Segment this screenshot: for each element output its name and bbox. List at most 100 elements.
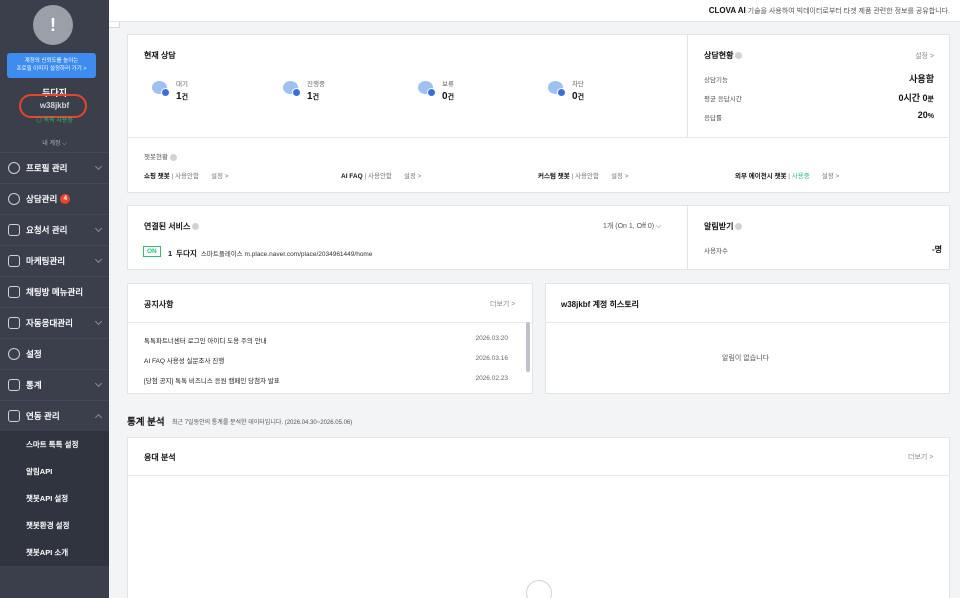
submenu-chatbot-env[interactable]: 챗봇환경 설정 xyxy=(0,512,109,539)
chatbot-state: 사용안함 xyxy=(367,173,392,180)
submenu-smart-talk[interactable]: 스마트 톡톡 설정 xyxy=(0,431,109,458)
profile-status: ◎ 톡톡 사용중 xyxy=(36,118,73,124)
chevron-down-icon xyxy=(94,255,103,264)
chevron-up-icon xyxy=(94,413,103,422)
status-value-text: 0시간 0 xyxy=(898,93,928,103)
chatbot-state: 사용안함 xyxy=(575,173,599,180)
chevron-down-icon xyxy=(94,379,103,388)
service-name: 두다지 xyxy=(176,249,197,258)
menu-request[interactable]: 요청서 관리 xyxy=(0,214,109,245)
chatbot-title-text: 챗봇현황 xyxy=(144,154,168,161)
chatbot-shopping: 쇼핑 챗봇 | 사용안함 설정 > xyxy=(144,173,229,180)
help-icon[interactable] xyxy=(169,153,177,161)
tooltip-line-2: 프로필 이미지 설정하러 가기 > xyxy=(16,66,87,72)
status-settings-link[interactable]: 설정 > xyxy=(915,51,934,61)
stat-waiting[interactable]: 대기 1건 xyxy=(152,78,262,108)
help-icon[interactable] xyxy=(735,52,743,60)
services-title-text: 연결된 서비스 xyxy=(144,222,191,231)
notice-title: AI FAQ 사용성 실문조사 진행 xyxy=(144,358,225,365)
chatbot-settings-link[interactable]: 설정 > xyxy=(611,173,629,180)
stat-label: 진행중 xyxy=(307,81,325,88)
menu-label: 자동응대관리 xyxy=(26,318,73,328)
stat-label: 차단 xyxy=(572,81,584,88)
status-value-text: 사용함 xyxy=(909,74,934,84)
stat-unit: 건 xyxy=(312,94,320,101)
status-row-value: 0시간 0분 xyxy=(898,91,934,104)
menu-stats[interactable]: 통계 xyxy=(0,369,109,400)
chart-icon xyxy=(8,379,20,391)
notice-date: 2026.03.16 xyxy=(475,355,508,362)
avatar[interactable]: ! xyxy=(33,5,73,45)
menu-autoreply[interactable]: 자동응대관리 xyxy=(0,307,109,338)
notice-item[interactable]: AI FAQ 사용성 실문조사 진행 2026.03.16 xyxy=(144,355,508,365)
chevron-down-icon xyxy=(94,224,103,233)
menu-marketing[interactable]: 마케팅관리 xyxy=(0,245,109,276)
notices-title: 공지사항 xyxy=(144,300,174,309)
stat-value: 1건 xyxy=(307,91,319,102)
services-title: 연결된 서비스 xyxy=(144,221,200,232)
response-analysis-title: 응대 분석 xyxy=(144,453,176,462)
stat-value: 0건 xyxy=(572,91,584,102)
chatbot-settings-link[interactable]: 설정 > xyxy=(822,173,840,180)
block-icon xyxy=(557,88,566,97)
service-number: 1 xyxy=(168,249,173,258)
divider xyxy=(687,206,688,269)
divider xyxy=(546,322,949,323)
notice-item[interactable]: [당첨 공지] 톡톡 비즈니스 응원 캠페인 당첨자 발표 2026.02.23 xyxy=(144,375,508,385)
auto-reply-icon xyxy=(8,317,20,329)
menu-label: 설정 xyxy=(26,349,42,359)
chatbot-name: 쇼핑 챗봇 xyxy=(144,173,170,180)
chatbot-settings-link[interactable]: 설정 > xyxy=(211,173,229,180)
notice-title: 톡톡파트너센터 로그인 아이디 도용 주의 안내 xyxy=(144,338,267,345)
notices-scrollbar[interactable] xyxy=(526,322,530,372)
response-analysis-card xyxy=(127,437,950,598)
service-item[interactable]: 1 두다지 스마트플레이스 m.place.naver.com/place/2034… xyxy=(168,248,372,259)
stat-blocked[interactable]: 차단 0건 xyxy=(548,78,658,108)
submenu-chatbot-intro[interactable]: 챗봇API 소개 xyxy=(0,539,109,566)
notification-badge: 4 xyxy=(60,194,71,204)
menu-label: 상담관리 xyxy=(26,194,58,204)
services-count-dropdown[interactable]: 1개 (On 1, Off 0) ⌵ xyxy=(603,221,661,231)
current-consult-title: 현재 상담 xyxy=(144,51,176,60)
profile-section: ! 계정의 신뢰도를 높이는 프로필 이미지 설정하러 가기 > 두다지 w38… xyxy=(0,0,109,152)
response-more-link[interactable]: 더보기 > xyxy=(908,452,933,462)
menu-settings[interactable]: 설정 xyxy=(0,338,109,369)
chatbot-custom: 커스텀 챗봇 | 사용안함 설정 > xyxy=(538,173,629,180)
chatbot-settings-link[interactable]: 설정 > xyxy=(404,173,422,180)
notice-date: 2026.03.20 xyxy=(475,335,508,342)
status-row-label: 응답률 xyxy=(704,115,722,122)
help-icon[interactable] xyxy=(735,223,743,231)
stat-unit: 건 xyxy=(181,94,189,101)
chatbot-state: 사용중 xyxy=(791,173,810,180)
divider xyxy=(128,475,949,476)
notice-item[interactable]: 톡톡파트너센터 로그인 아이디 도용 주의 안내 2026.03.20 xyxy=(144,335,508,345)
stat-in-progress[interactable]: 진행중 1건 xyxy=(283,78,393,108)
menu-integration[interactable]: 연동 관리 xyxy=(0,400,109,431)
history-empty-message: 알림이 없습니다 xyxy=(722,355,770,362)
top-bar: CLOVA AI 기술을 사용하여 빅데이터로부터 타겟 제품 관련한 정보를 … xyxy=(109,0,960,22)
on-status-tag: ON xyxy=(143,246,161,257)
stat-on-hold[interactable]: 보류 0건 xyxy=(418,78,528,108)
profile-image-tooltip[interactable]: 계정의 신뢰도를 높이는 프로필 이미지 설정하러 가기 > xyxy=(7,53,96,78)
submenu-chatbot-api[interactable]: 챗봇API 설정 xyxy=(0,485,109,512)
stat-value: 0건 xyxy=(442,91,454,102)
help-icon[interactable] xyxy=(192,223,200,231)
tooltip-line-1: 계정의 신뢰도를 높이는 xyxy=(24,58,79,64)
chat-dots-icon xyxy=(292,88,301,97)
service-detail: 스마트플레이스 m.place.naver.com/place/20349614… xyxy=(200,251,373,258)
divider xyxy=(128,137,949,138)
stats-section-title: 통계 분석 xyxy=(127,417,165,428)
status-panel-title: 상담현황 xyxy=(704,50,743,61)
status-row-label: 평균 응답시간 xyxy=(704,96,742,103)
menu-consult[interactable]: 상담관리 4 xyxy=(0,183,109,214)
code-icon xyxy=(8,410,20,422)
my-account-link[interactable]: 내 계정 ⌵ xyxy=(0,138,109,148)
sidebar: ! 계정의 신뢰도를 높이는 프로필 이미지 설정하러 가기 > 두다지 w38… xyxy=(0,0,109,598)
notices-more-link[interactable]: 더보기 > xyxy=(490,299,515,309)
submenu-alert-api[interactable]: 알림API xyxy=(0,458,109,485)
stat-value: 1건 xyxy=(176,91,188,102)
menu-profile[interactable]: 프로필 관리 xyxy=(0,152,109,183)
notice-date: 2026.02.23 xyxy=(475,375,508,382)
menu-chatroom[interactable]: 채팅방 메뉴관리 xyxy=(0,276,109,307)
chatbot-name: AI FAQ xyxy=(341,173,363,180)
